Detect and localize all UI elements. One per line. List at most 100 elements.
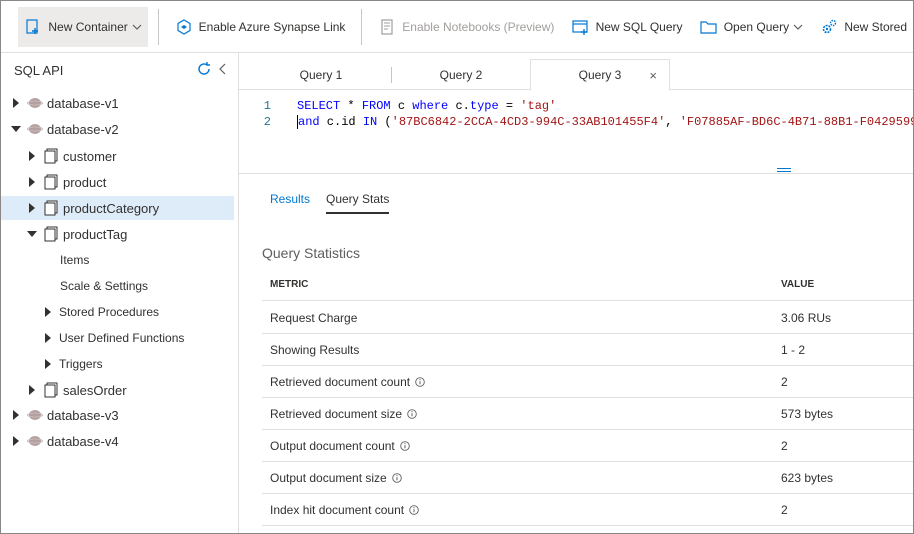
- caret-right-icon[interactable]: [27, 177, 37, 187]
- table-row: Index hit document count 2: [262, 494, 913, 526]
- info-icon[interactable]: [415, 377, 425, 388]
- caret-right-icon[interactable]: [43, 333, 53, 343]
- resource-tree-panel: SQL API database-v1 database-v2 customer…: [1, 53, 239, 533]
- table-row: Output document count 2: [262, 430, 913, 462]
- chevron-down-icon[interactable]: [132, 24, 142, 30]
- chevron-down-icon[interactable]: [793, 24, 803, 30]
- editor-line: 2 and c.id IN ('87BC6842-2CCA-4CD3-994C-…: [239, 114, 913, 130]
- database-icon: [27, 433, 43, 449]
- tab-label: Query 2: [439, 67, 483, 82]
- container-icon: [43, 148, 59, 164]
- caret-right-icon[interactable]: [27, 385, 37, 395]
- tree-item-label: database-v1: [47, 95, 119, 111]
- database-icon: [27, 95, 43, 111]
- info-icon[interactable]: [407, 409, 417, 420]
- tree-item-product[interactable]: product: [1, 170, 234, 194]
- new-container-icon: [24, 18, 42, 36]
- new-stored-procedure-button[interactable]: New Stored: [814, 7, 913, 47]
- results-pane: Results Query Stats Query Statistics MET…: [239, 174, 913, 533]
- metric-cell: Retrieved document size: [270, 407, 417, 421]
- caret-right-icon[interactable]: [27, 203, 37, 213]
- container-icon: [43, 200, 59, 216]
- collapse-panel-icon[interactable]: [218, 61, 228, 80]
- code-text: SELECT * FROM c where c.type = 'tag': [297, 99, 557, 113]
- tab-label: Query 1: [299, 67, 343, 82]
- caret-right-icon[interactable]: [11, 410, 21, 420]
- tree-item-stored-procedures[interactable]: Stored Procedures: [1, 300, 234, 324]
- enable-notebooks-button[interactable]: Enable Notebooks (Preview): [372, 7, 560, 47]
- metric-name: Index hit document count: [270, 502, 405, 517]
- close-icon[interactable]: ×: [649, 68, 657, 83]
- info-icon[interactable]: [391, 473, 402, 484]
- caret-right-icon[interactable]: [43, 359, 53, 369]
- tree-item-database-v1[interactable]: database-v1: [1, 91, 234, 115]
- open-query-button[interactable]: Open Query: [694, 7, 809, 47]
- caret-down-icon[interactable]: [27, 229, 37, 239]
- column-header-value: VALUE: [781, 279, 815, 290]
- tree-item-database-v3[interactable]: database-v3: [1, 403, 234, 427]
- metric-name: Output document size: [270, 470, 387, 485]
- line-number: 1: [263, 99, 271, 113]
- new-stored-label: New Stored: [844, 19, 908, 34]
- metric-value: 2: [781, 374, 788, 389]
- tree-item-producttag[interactable]: productTag: [1, 222, 234, 246]
- refresh-icon[interactable]: [196, 61, 212, 80]
- tree-item-label: database-v2: [47, 121, 119, 137]
- tree-item-items[interactable]: Items: [1, 248, 234, 272]
- tree-item-label: product: [63, 174, 107, 190]
- table-row: Retrieved document size 573 bytes: [262, 398, 913, 430]
- tree-item-label: database-v4: [47, 433, 119, 449]
- tab-query-3[interactable]: Query 3 ×: [530, 59, 670, 91]
- notebook-icon: [378, 18, 396, 36]
- info-icon[interactable]: [409, 505, 419, 516]
- tree-header: SQL API: [1, 53, 238, 87]
- new-container-label: New Container: [48, 19, 128, 34]
- tree-item-customer[interactable]: customer: [1, 144, 234, 168]
- container-icon: [43, 174, 59, 190]
- tab-query-stats[interactable]: Query Stats: [326, 192, 390, 214]
- metric-value: 623 bytes: [781, 470, 834, 485]
- caret-right-icon[interactable]: [43, 307, 53, 317]
- query-editor[interactable]: 1 SELECT * FROM c where c.type = 'tag' 2…: [239, 90, 913, 174]
- table-header-row: METRIC VALUE: [262, 269, 913, 301]
- tree-item-user-defined-functions[interactable]: User Defined Functions: [1, 326, 234, 350]
- metric-name: Showing Results: [270, 342, 360, 357]
- metric-cell: Output document count: [270, 439, 410, 453]
- new-sql-query-button[interactable]: New SQL Query: [566, 7, 689, 47]
- app-window: New Container Enable Azure Synapse Link …: [0, 0, 914, 534]
- tree-item-label: Items: [60, 253, 90, 267]
- tree-item-salesorder[interactable]: salesOrder: [1, 378, 234, 402]
- enable-synapse-link-button[interactable]: Enable Azure Synapse Link: [169, 7, 352, 47]
- metric-cell: Retrieved document count: [270, 375, 425, 389]
- caret-right-icon[interactable]: [11, 436, 21, 446]
- caret-down-icon[interactable]: [11, 124, 21, 134]
- info-icon[interactable]: [399, 441, 410, 452]
- tab-results[interactable]: Results: [270, 192, 310, 212]
- tab-query-2[interactable]: Query 2: [391, 59, 531, 90]
- metric-name: Retrieved document count: [270, 374, 411, 389]
- tab-query-1[interactable]: Query 1: [251, 59, 391, 90]
- caret-right-icon[interactable]: [27, 151, 37, 161]
- tree-item-database-v4[interactable]: database-v4: [1, 429, 234, 453]
- metric-name: Retrieved document size: [270, 406, 403, 421]
- tree-item-triggers[interactable]: Triggers: [1, 352, 234, 376]
- new-sql-query-label: New SQL Query: [595, 19, 683, 34]
- tree-item-label: Scale & Settings: [60, 279, 149, 293]
- metric-value: 1 - 2: [781, 342, 806, 357]
- database-icon: [27, 121, 43, 137]
- tab-label: Query 3: [578, 68, 622, 82]
- metric-value: 3.06 RUs: [781, 310, 832, 325]
- api-title: SQL API: [14, 62, 64, 78]
- query-statistics-title: Query Statistics: [262, 245, 361, 261]
- synapse-icon: [175, 18, 193, 36]
- new-container-button[interactable]: New Container: [18, 6, 148, 47]
- database-icon: [27, 407, 43, 423]
- tree-item-label: customer: [63, 148, 117, 164]
- tree-item-scale-settings[interactable]: Scale & Settings: [1, 274, 234, 298]
- caret-right-icon[interactable]: [11, 98, 21, 108]
- tree-item-database-v2[interactable]: database-v2: [1, 117, 234, 141]
- metric-name: Output document count: [270, 438, 395, 453]
- open-query-label: Open Query: [723, 19, 790, 34]
- open-folder-icon: [700, 18, 718, 36]
- tree-item-productcategory[interactable]: productCategory: [1, 196, 234, 220]
